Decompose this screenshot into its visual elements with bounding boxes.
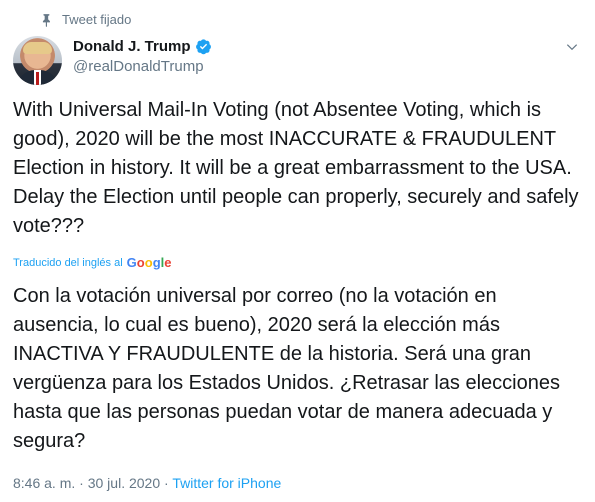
chevron-down-icon[interactable]	[565, 40, 579, 54]
translated-label: Traducido del inglés al	[13, 256, 123, 269]
avatar[interactable]	[13, 36, 62, 85]
tweet-metadata: 8:46 a. m. · 30 jul. 2020 · Twitter for …	[13, 475, 281, 491]
user-info[interactable]: Donald J. Trump @realDonaldTrump	[73, 38, 212, 75]
tweet-time[interactable]: 8:46 a. m.	[13, 475, 75, 491]
display-name[interactable]: Donald J. Trump	[73, 38, 191, 55]
pinned-indicator: Tweet fijado	[40, 12, 131, 27]
user-handle[interactable]: @realDonaldTrump	[73, 58, 212, 75]
meta-separator: ·	[79, 475, 84, 491]
tweet-date[interactable]: 30 jul. 2020	[88, 475, 160, 491]
verified-badge-icon	[195, 39, 211, 55]
pinned-label: Tweet fijado	[62, 12, 132, 27]
pin-icon	[42, 13, 50, 27]
translation-attribution: Traducido del inglés al Google	[13, 255, 172, 270]
tweet-text: With Universal Mail-In Voting (not Absen…	[13, 99, 579, 237]
translated-text: Con la votación universal por correo (no…	[13, 285, 560, 452]
tweet-source[interactable]: Twitter for iPhone	[172, 475, 281, 491]
meta-separator-2: ·	[164, 475, 169, 491]
google-logo: Google	[126, 255, 172, 270]
